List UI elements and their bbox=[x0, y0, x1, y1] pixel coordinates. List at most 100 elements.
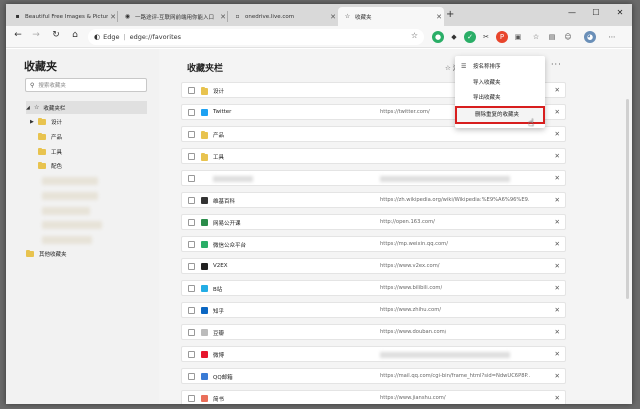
forward-button[interactable]: → bbox=[30, 30, 42, 40]
row-checkbox[interactable] bbox=[188, 263, 195, 270]
favorite-name: 简书 bbox=[213, 397, 225, 403]
netease-icon bbox=[201, 219, 208, 226]
row-checkbox[interactable] bbox=[188, 87, 195, 94]
sidebar-item-product[interactable]: 产品 bbox=[38, 130, 62, 143]
extension-green-icon[interactable]: ● bbox=[432, 31, 444, 43]
row-checkbox[interactable] bbox=[188, 175, 195, 182]
more-options-button[interactable]: ··· bbox=[551, 60, 562, 69]
close-icon[interactable]: ✕ bbox=[434, 13, 444, 21]
feedback-icon[interactable]: ☺ bbox=[562, 31, 574, 43]
page-favicon-icon: ◉ bbox=[124, 13, 131, 20]
row-checkbox[interactable] bbox=[188, 351, 195, 358]
delete-icon[interactable]: ✕ bbox=[555, 328, 560, 336]
row-checkbox[interactable] bbox=[188, 307, 195, 314]
tab-portal[interactable]: ◉ 一路途评-互联网前端用你能入口 ✕ bbox=[118, 7, 228, 26]
delete-icon[interactable]: ✕ bbox=[555, 86, 560, 94]
menu-item-export[interactable]: 导出收藏夹 bbox=[455, 91, 545, 105]
minimize-button[interactable]: — bbox=[560, 4, 584, 22]
favorite-row[interactable]: V2EX https://www.v2ex.com/ ✕ bbox=[181, 258, 566, 274]
favorites-main: 收藏夹栏 ☆ 添 ··· 设计✕Twitterhttps://twitter.c… bbox=[159, 49, 632, 404]
favorite-name: 产品 bbox=[213, 133, 225, 139]
row-checkbox[interactable] bbox=[188, 373, 195, 380]
tab-favorites[interactable]: ☆ 收藏夹 ✕ bbox=[338, 7, 444, 26]
delete-icon[interactable]: ✕ bbox=[555, 350, 560, 358]
favorite-row[interactable]: 微信公众平台 https://mp.weixin.qq.com/ ✕ bbox=[181, 236, 566, 252]
sidebar-item-favorites-bar[interactable]: ◢ ☆ 收藏夹栏 bbox=[26, 101, 147, 114]
favorite-row[interactable]: 维基百科 https://zh.wikipedia.org/wiki/Wikipe… bbox=[181, 192, 566, 208]
refresh-button[interactable]: ↻ bbox=[50, 30, 62, 40]
delete-icon[interactable]: ✕ bbox=[555, 372, 560, 380]
blurred-name bbox=[213, 176, 253, 182]
tab-label: onedrive.live.com bbox=[245, 13, 295, 20]
back-button[interactable]: ← bbox=[12, 30, 24, 40]
extension-evernote-icon[interactable]: ◆ bbox=[448, 31, 460, 43]
favorite-row[interactable]: B站 https://www.bilibili.com/ ✕ bbox=[181, 280, 566, 296]
scrollbar[interactable] bbox=[626, 99, 629, 299]
sidebar-item-label: 其他收藏夹 bbox=[39, 251, 67, 258]
tab-label: Beautiful Free Images & Pictures bbox=[25, 13, 108, 20]
tab-unsplash[interactable]: ▪ Beautiful Free Images & Pictures ✕ bbox=[8, 7, 118, 26]
extension-shield-icon[interactable]: ✓ bbox=[464, 31, 476, 43]
row-checkbox[interactable] bbox=[188, 109, 195, 116]
delete-icon[interactable]: ✕ bbox=[555, 196, 560, 204]
row-checkbox[interactable] bbox=[188, 153, 195, 160]
favorite-row[interactable]: 知乎 https://www.zhihu.com/ ✕ bbox=[181, 302, 566, 318]
collections-icon[interactable]: ▤ bbox=[546, 31, 558, 43]
menu-item-label: 导入收藏夹 bbox=[473, 80, 501, 86]
v2ex-icon bbox=[201, 263, 208, 270]
favorite-row[interactable]: 工具 ✕ bbox=[181, 148, 566, 164]
new-tab-button[interactable]: + bbox=[446, 9, 454, 20]
delete-icon[interactable]: ✕ bbox=[555, 108, 560, 116]
favorite-row[interactable]: QQ邮箱 https://mail.qq.com/cgi-bin/frame_ht… bbox=[181, 368, 566, 384]
row-checkbox[interactable] bbox=[188, 219, 195, 226]
row-checkbox[interactable] bbox=[188, 285, 195, 292]
maximize-button[interactable]: ☐ bbox=[584, 4, 608, 22]
close-icon[interactable]: ✕ bbox=[328, 13, 338, 21]
tab-strip: ▪ Beautiful Free Images & Pictures ✕ ◉ 一… bbox=[6, 4, 632, 26]
delete-icon[interactable]: ✕ bbox=[555, 262, 560, 270]
menu-item-import[interactable]: 导入收藏夹 bbox=[455, 76, 545, 90]
chevron-right-icon[interactable]: ▶ bbox=[30, 119, 38, 125]
sidebar-item-other-favorites[interactable]: 其他收藏夹 bbox=[26, 247, 67, 260]
extension-pinterest-icon[interactable]: P bbox=[496, 31, 508, 43]
sidebar-item-tools[interactable]: 工具 bbox=[38, 145, 62, 158]
sidebar-item-label: 配色 bbox=[51, 163, 63, 170]
favorite-row[interactable]: 网易公开课 http://open.163.com/ ✕ bbox=[181, 214, 566, 230]
row-checkbox[interactable] bbox=[188, 131, 195, 138]
sidebar-item-design[interactable]: ▶ 设计 bbox=[30, 115, 62, 128]
row-checkbox[interactable] bbox=[188, 241, 195, 248]
row-checkbox[interactable] bbox=[188, 329, 195, 336]
chevron-down-icon[interactable]: ◢ bbox=[26, 105, 34, 111]
favorite-row[interactable]: 豆瓣 https://www.douban.com/ ✕ bbox=[181, 324, 566, 340]
add-favorite-icon[interactable]: ☆ bbox=[411, 31, 418, 40]
menu-item-sort-by-name[interactable]: ☰ 按名称排序 bbox=[455, 60, 545, 74]
blurred-item bbox=[42, 221, 102, 229]
delete-icon[interactable]: ✕ bbox=[555, 306, 560, 314]
row-checkbox[interactable] bbox=[188, 395, 195, 402]
search-input[interactable]: ⚲ 搜索收藏夹 bbox=[25, 78, 147, 92]
favorite-row[interactable]: ✕ bbox=[181, 170, 566, 186]
delete-icon[interactable]: ✕ bbox=[555, 218, 560, 226]
favorite-row[interactable]: 简书 https://www.jianshu.com/ ✕ bbox=[181, 390, 566, 404]
delete-icon[interactable]: ✕ bbox=[555, 284, 560, 292]
extension-scissors-icon[interactable]: ✂ bbox=[480, 31, 492, 43]
sidebar-item-colors[interactable]: 配色 bbox=[38, 159, 62, 172]
tab-onedrive[interactable]: ▫ onedrive.live.com ✕ bbox=[228, 7, 338, 26]
settings-more-icon[interactable]: ⋯ bbox=[606, 31, 618, 43]
extension-box-icon[interactable]: ▣ bbox=[512, 31, 524, 43]
delete-icon[interactable]: ✕ bbox=[555, 240, 560, 248]
avatar[interactable]: ◕ bbox=[584, 31, 596, 43]
delete-icon[interactable]: ✕ bbox=[555, 174, 560, 182]
address-bar[interactable]: ◐ Edge | edge://favorites ☆ bbox=[88, 29, 424, 45]
favorite-url: https://www.zhihu.com/ bbox=[380, 307, 441, 313]
favorite-row[interactable]: 产品 ✕ bbox=[181, 126, 566, 142]
favorites-hub-icon[interactable]: ☆ bbox=[530, 31, 542, 43]
close-window-button[interactable]: ✕ bbox=[608, 4, 632, 22]
delete-icon[interactable]: ✕ bbox=[555, 394, 560, 402]
delete-icon[interactable]: ✕ bbox=[555, 152, 560, 160]
delete-icon[interactable]: ✕ bbox=[555, 130, 560, 138]
row-checkbox[interactable] bbox=[188, 197, 195, 204]
favorite-name: Twitter bbox=[213, 109, 232, 115]
favorite-row[interactable]: 微博 ✕ bbox=[181, 346, 566, 362]
home-button[interactable]: ⌂ bbox=[69, 30, 81, 40]
